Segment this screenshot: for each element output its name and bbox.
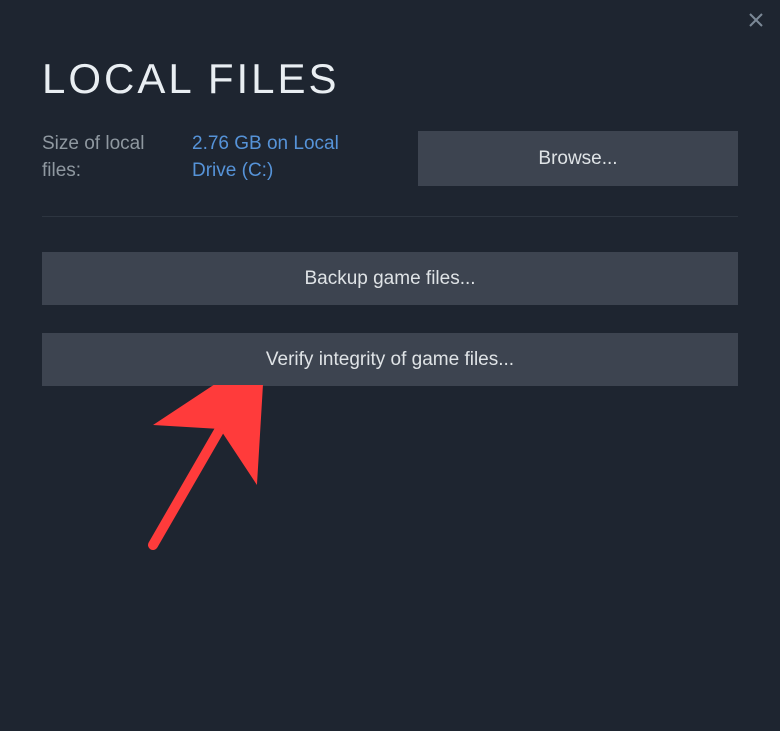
backup-button[interactable]: Backup game files...	[42, 252, 738, 305]
browse-button[interactable]: Browse...	[418, 131, 738, 186]
verify-button[interactable]: Verify integrity of game files...	[42, 333, 738, 386]
divider	[42, 216, 738, 217]
size-label: Size of local files:	[42, 131, 172, 184]
close-button[interactable]	[742, 6, 770, 34]
size-value: 2.76 GB on Local Drive (C:)	[192, 131, 398, 184]
page-title: LOCAL FILES	[42, 55, 738, 103]
close-icon	[748, 12, 764, 28]
annotation-arrow	[135, 385, 275, 565]
